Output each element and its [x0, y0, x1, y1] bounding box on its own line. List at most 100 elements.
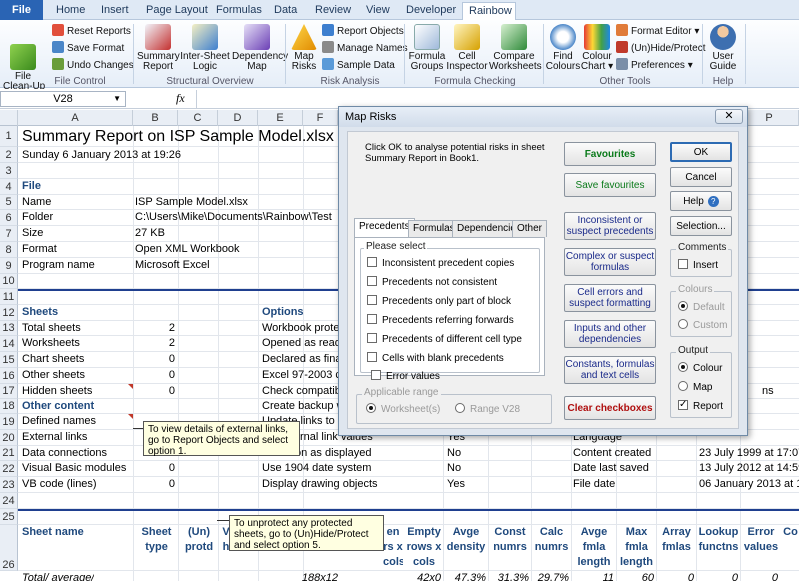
column-header[interactable]: C	[178, 110, 218, 126]
table-col-header[interactable]: Array fmlas	[657, 525, 696, 555]
table-col-header[interactable]: Sheet name	[22, 525, 84, 540]
compare-worksheets-button[interactable]: Compare Worksheets	[489, 24, 542, 72]
user-guide-button[interactable]: User Guide	[706, 24, 740, 72]
total-row-label[interactable]: Total/ average/	[22, 571, 94, 581]
sheet-count-label[interactable]: Total sheets	[22, 321, 81, 336]
radio-colour[interactable]: Colour	[678, 362, 722, 376]
file-info-label[interactable]: Name	[22, 195, 51, 210]
column-header[interactable]: A	[18, 110, 133, 126]
total-cell[interactable]: 42x0	[403, 571, 441, 581]
total-cell[interactable]: 60	[616, 571, 654, 581]
option-value[interactable]: No	[447, 461, 461, 476]
checkbox-insert[interactable]: Insert	[678, 259, 718, 273]
reset-reports-button[interactable]: Reset Reports	[52, 24, 131, 39]
row-header[interactable]: 19	[0, 414, 18, 430]
sample-data-button[interactable]: Sample Data	[322, 58, 395, 73]
option-label[interactable]: Declared as fina	[262, 352, 338, 367]
row-header[interactable]: 23	[0, 477, 18, 493]
undo-changes-button[interactable]: Undo Changes	[52, 58, 134, 73]
table-col-header[interactable]: en rs x cols	[383, 525, 403, 570]
tab-other[interactable]: Other	[512, 220, 548, 237]
option-label[interactable]: Excel 97-2003 c	[262, 368, 338, 383]
row-header[interactable]: 4	[0, 179, 18, 195]
row-header[interactable]: 14	[0, 336, 18, 352]
selection-button[interactable]: Selection...	[670, 216, 732, 236]
other-content-row-label[interactable]: Visual Basic modules	[22, 461, 126, 476]
tab-data[interactable]: Data	[268, 2, 303, 20]
other-content-value[interactable]: 0	[140, 477, 175, 492]
row-header[interactable]: 15	[0, 352, 18, 368]
help-button[interactable]: Help?	[670, 191, 732, 211]
table-col-header[interactable]: Avge density	[444, 525, 488, 555]
option-label[interactable]: Check compatib	[262, 384, 338, 399]
radio-worksheets[interactable]: Worksheet(s)	[366, 403, 440, 417]
table-col-header[interactable]: Calc numrs	[532, 525, 571, 555]
sheets-section-label[interactable]: Sheets	[22, 305, 58, 320]
option-value[interactable]: Yes	[447, 477, 465, 492]
table-col-header[interactable]: Const numrs	[489, 525, 531, 555]
table-col-header[interactable]: Lookup functns	[697, 525, 740, 555]
row-header[interactable]: 8	[0, 242, 18, 258]
column-header[interactable]: P	[740, 110, 799, 126]
tab-file[interactable]: File	[0, 0, 43, 20]
inputs-dependencies-button[interactable]: Inputs and other dependencies	[564, 320, 656, 348]
row-header[interactable]: 6	[0, 210, 18, 226]
radio-default[interactable]: Default	[678, 301, 725, 315]
table-col-header[interactable]: Empty rows x cols	[405, 525, 443, 570]
sheet-count-value[interactable]: 2	[140, 336, 175, 351]
radio-map[interactable]: Map	[678, 381, 712, 395]
row-header[interactable]: 13	[0, 321, 18, 336]
property-label[interactable]: File date	[573, 477, 615, 492]
radio-custom[interactable]: Custom	[678, 319, 727, 333]
tab-rainbow[interactable]: Rainbow	[462, 2, 516, 21]
sheet-count-label[interactable]: Hidden sheets	[22, 384, 92, 399]
column-header[interactable]: D	[218, 110, 258, 126]
checkbox-blank-precedents[interactable]: Cells with blank precedents	[367, 352, 504, 366]
tab-precedents[interactable]: Precedents	[354, 218, 415, 237]
row-header[interactable]: 18	[0, 399, 18, 414]
tab-review[interactable]: Review	[309, 2, 357, 20]
favourites-button[interactable]: Favourites	[564, 142, 656, 166]
format-editor-button[interactable]: Format Editor ▾	[616, 24, 699, 39]
checkbox-report[interactable]: Report	[678, 399, 723, 414]
manage-names-button[interactable]: Manage Names	[322, 41, 408, 56]
row-header[interactable]: 11	[0, 289, 18, 305]
file-info-label[interactable]: Format	[22, 242, 57, 257]
row-header[interactable]: 22	[0, 461, 18, 477]
sheet-count-value[interactable]: 0	[140, 352, 175, 367]
checkbox-precedents-different-type[interactable]: Precedents of different cell type	[367, 333, 522, 347]
option-label[interactable]: Create backup w	[262, 399, 338, 414]
other-content-row-label[interactable]: Data connections	[22, 446, 107, 461]
cell-errors-button[interactable]: Cell errors and suspect formatting	[564, 284, 656, 312]
total-cell[interactable]: 0	[656, 571, 694, 581]
select-all[interactable]	[0, 110, 18, 126]
property-value[interactable]: 23 July 1999 at 17:07	[699, 446, 799, 461]
file-info-label[interactable]: Folder	[22, 210, 53, 225]
file-info-value[interactable]: Microsoft Excel	[135, 258, 210, 273]
save-favourites-button[interactable]: Save favourites	[564, 173, 656, 197]
option-label[interactable]: Opened as read	[262, 336, 338, 351]
total-cell[interactable]: 0	[696, 571, 738, 581]
property-value[interactable]: 13 July 2012 at 14:59	[699, 461, 799, 476]
option-label[interactable]: Workbook prote	[262, 321, 338, 336]
table-col-header[interactable]: Co	[782, 525, 799, 540]
table-col-header[interactable]: Sheet type	[135, 525, 178, 555]
tab-page-layout[interactable]: Page Layout	[140, 2, 214, 20]
report-objects-button[interactable]: Report Objects	[322, 24, 404, 39]
tab-view[interactable]: View	[360, 2, 396, 20]
row-header[interactable]: 9	[0, 258, 18, 274]
total-cell[interactable]: 0	[740, 571, 778, 581]
total-cell[interactable]: 11	[571, 571, 614, 581]
ok-button[interactable]: OK	[670, 142, 732, 162]
option-label[interactable]: Use 1904 date system	[262, 461, 371, 476]
row-header[interactable]: 21	[0, 446, 18, 461]
checkbox-precedents-referring-forwards[interactable]: Precedents referring forwards	[367, 314, 514, 328]
file-info-value[interactable]: 27 KB	[135, 226, 165, 241]
file-info-value[interactable]: ISP Sample Model.xlsx	[135, 195, 248, 210]
sheet-count-label[interactable]: Chart sheets	[22, 352, 84, 367]
table-col-header[interactable]: Avge fmla length	[572, 525, 616, 570]
complex-formulas-button[interactable]: Complex or suspect formulas	[564, 248, 656, 276]
option-value[interactable]: No	[447, 446, 461, 461]
row-header[interactable]: 7	[0, 226, 18, 242]
column-header[interactable]: E	[258, 110, 303, 126]
